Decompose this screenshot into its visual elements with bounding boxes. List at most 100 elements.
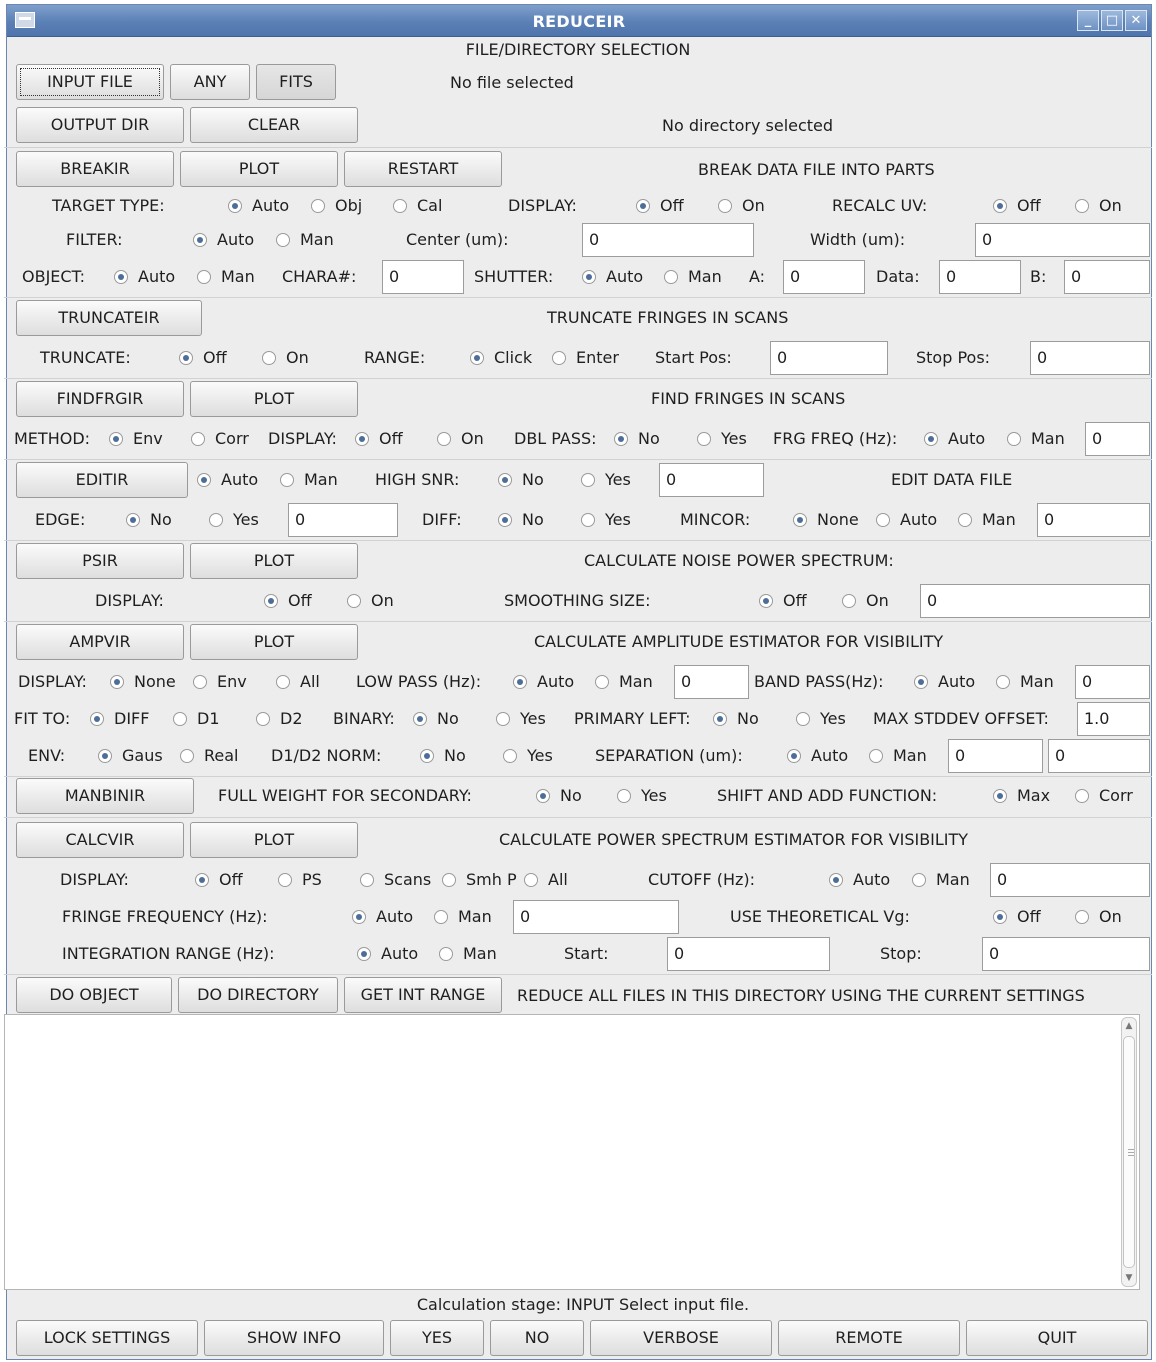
log-scrollbar[interactable]: ▲ ▼ <box>1121 1017 1137 1287</box>
full-weight-yes-radio[interactable] <box>617 789 631 803</box>
target-obj-radio[interactable] <box>311 199 325 213</box>
quit-button[interactable]: QUIT <box>966 1320 1148 1356</box>
fit-d1-radio[interactable] <box>173 712 187 726</box>
fit-d2-radio[interactable] <box>256 712 270 726</box>
scroll-down-arrow-icon[interactable]: ▼ <box>1122 1270 1136 1286</box>
psir-display-on-radio[interactable] <box>347 594 361 608</box>
integration-man-radio[interactable] <box>439 947 453 961</box>
shift-corr-radio[interactable] <box>1075 789 1089 803</box>
band-pass-input[interactable]: 0 <box>1075 665 1150 699</box>
range-click-radio[interactable] <box>470 351 484 365</box>
ampvir-plot-button[interactable]: PLOT <box>190 624 358 660</box>
fringe-man-radio[interactable] <box>434 910 448 924</box>
verbose-button[interactable]: VERBOSE <box>590 1320 772 1356</box>
diff-yes-radio[interactable] <box>581 513 595 527</box>
ampvir-button[interactable]: AMPVIR <box>16 624 184 660</box>
method-env-radio[interactable] <box>109 432 123 446</box>
ampvir-display-env-radio[interactable] <box>193 675 207 689</box>
frg-auto-radio[interactable] <box>924 432 938 446</box>
primary-yes-radio[interactable] <box>796 712 810 726</box>
editir-man-radio[interactable] <box>280 473 294 487</box>
primary-no-radio[interactable] <box>713 712 727 726</box>
psir-button[interactable]: PSIR <box>16 543 184 579</box>
manbinir-button[interactable]: MANBINIR <box>16 778 194 814</box>
band-pass-man-radio[interactable] <box>996 675 1010 689</box>
mincor-man-radio[interactable] <box>958 513 972 527</box>
snr-no-radio[interactable] <box>498 473 512 487</box>
maximize-icon[interactable]: □ <box>1101 10 1123 31</box>
calcvir-display-smh-radio[interactable] <box>442 873 456 887</box>
scroll-thumb[interactable] <box>1123 1036 1135 1268</box>
recalc-off-radio[interactable] <box>993 199 1007 213</box>
b-input[interactable]: 0 <box>1064 260 1150 294</box>
psir-plot-button[interactable]: PLOT <box>190 543 358 579</box>
cutoff-auto-radio[interactable] <box>829 873 843 887</box>
do-directory-button[interactable]: DO DIRECTORY <box>178 977 338 1013</box>
object-man-radio[interactable] <box>197 270 211 284</box>
separation-input-2[interactable]: 0 <box>1048 739 1150 773</box>
smoothing-size-input[interactable]: 0 <box>920 584 1150 618</box>
get-int-range-button[interactable]: GET INT RANGE <box>344 977 502 1013</box>
frg-man-radio[interactable] <box>1007 432 1021 446</box>
env-real-radio[interactable] <box>180 749 194 763</box>
breakir-plot-button[interactable]: PLOT <box>180 151 338 187</box>
clear-button[interactable]: CLEAR <box>190 107 358 143</box>
low-pass-auto-radio[interactable] <box>513 675 527 689</box>
snr-yes-radio[interactable] <box>581 473 595 487</box>
cutoff-input[interactable]: 0 <box>990 863 1150 897</box>
yes-button[interactable]: YES <box>390 1320 484 1356</box>
findfrgir-button[interactable]: FINDFRGIR <box>16 381 184 417</box>
findfrgir-plot-button[interactable]: PLOT <box>190 381 358 417</box>
ampvir-display-all-radio[interactable] <box>276 675 290 689</box>
breakir-button[interactable]: BREAKIR <box>16 151 174 187</box>
dbl-yes-radio[interactable] <box>697 432 711 446</box>
cutoff-man-radio[interactable] <box>912 873 926 887</box>
findfrgir-display-on-radio[interactable] <box>437 432 451 446</box>
edge-yes-radio[interactable] <box>209 513 223 527</box>
separation-input-1[interactable]: 0 <box>948 739 1043 773</box>
calcvir-display-all-radio[interactable] <box>524 873 538 887</box>
env-gaus-radio[interactable] <box>98 749 112 763</box>
recalc-on-radio[interactable] <box>1075 199 1089 213</box>
target-auto-radio[interactable] <box>228 199 242 213</box>
edge-no-radio[interactable] <box>126 513 140 527</box>
range-enter-radio[interactable] <box>552 351 566 365</box>
fit-diff-radio[interactable] <box>90 712 104 726</box>
mincor-none-radio[interactable] <box>793 513 807 527</box>
do-object-button[interactable]: DO OBJECT <box>16 977 172 1013</box>
lock-settings-button[interactable]: LOCK SETTINGS <box>16 1320 198 1356</box>
output-dir-button[interactable]: OUTPUT DIR <box>16 107 184 143</box>
calcvir-plot-button[interactable]: PLOT <box>190 822 358 858</box>
binary-yes-radio[interactable] <box>496 712 510 726</box>
start-pos-input[interactable]: 0 <box>770 341 888 375</box>
close-icon[interactable]: ✕ <box>1125 10 1147 31</box>
input-file-button[interactable]: INPUT FILE <box>16 64 164 100</box>
frg-freq-input[interactable]: 0 <box>1085 422 1150 456</box>
norm-yes-radio[interactable] <box>503 749 517 763</box>
theoretical-on-radio[interactable] <box>1075 910 1089 924</box>
binary-no-radio[interactable] <box>413 712 427 726</box>
calcvir-display-ps-radio[interactable] <box>278 873 292 887</box>
shift-max-radio[interactable] <box>993 789 1007 803</box>
low-pass-man-radio[interactable] <box>595 675 609 689</box>
truncate-on-radio[interactable] <box>262 351 276 365</box>
truncate-off-radio[interactable] <box>179 351 193 365</box>
center-input[interactable]: 0 <box>582 223 754 257</box>
norm-no-radio[interactable] <box>420 749 434 763</box>
no-button[interactable]: NO <box>490 1320 584 1356</box>
diff-no-radio[interactable] <box>498 513 512 527</box>
shutter-man-radio[interactable] <box>664 270 678 284</box>
editir-auto-radio[interactable] <box>197 473 211 487</box>
calcvir-display-off-radio[interactable] <box>195 873 209 887</box>
ampvir-display-none-radio[interactable] <box>110 675 124 689</box>
integration-stop-input[interactable]: 0 <box>982 937 1150 971</box>
edge-input[interactable]: 0 <box>288 503 398 537</box>
integration-start-input[interactable]: 0 <box>667 937 830 971</box>
show-info-button[interactable]: SHOW INFO <box>204 1320 384 1356</box>
any-button[interactable]: ANY <box>170 64 250 100</box>
fringe-auto-radio[interactable] <box>352 910 366 924</box>
sep-auto-radio[interactable] <box>787 749 801 763</box>
mincor-input[interactable]: 0 <box>1037 503 1150 537</box>
fringe-frequency-input[interactable]: 0 <box>513 900 679 934</box>
shutter-auto-radio[interactable] <box>582 270 596 284</box>
